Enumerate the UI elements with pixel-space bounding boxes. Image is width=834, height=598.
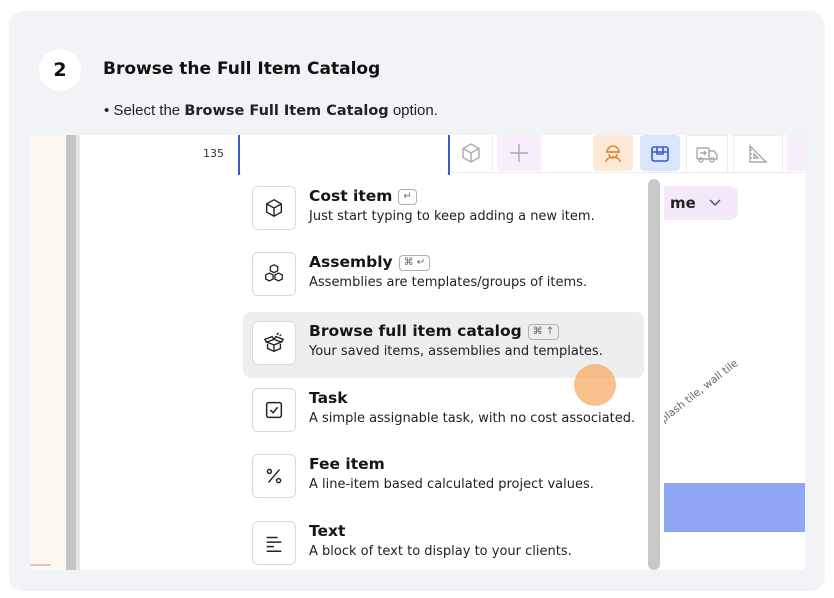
app-screenshot: 135 me ksplash tile, wall tile Cost item…: [31, 135, 805, 570]
instruction-prefix: Select the: [113, 102, 185, 119]
measure-button[interactable]: [733, 135, 783, 173]
box-icon: [651, 146, 669, 162]
truck-icon: [696, 147, 718, 163]
menu-item-description: Assemblies are templates/groups of items…: [309, 275, 588, 290]
step-number: 2: [39, 49, 81, 91]
menu-item-description: A block of text to display to your clien…: [309, 544, 572, 559]
divider: [31, 564, 51, 566]
text-align-icon: [252, 521, 296, 565]
column-header-pill[interactable]: me: [656, 186, 738, 220]
percent-icon: [252, 454, 296, 498]
cube-icon: [462, 143, 480, 163]
menu-scrollbar[interactable]: [648, 179, 660, 570]
chevron-down-icon: [708, 194, 722, 212]
toolbar-overflow: [787, 135, 805, 171]
cubes-icon: [252, 252, 296, 296]
cube-icon: [252, 186, 296, 230]
plus-icon: [510, 144, 528, 162]
add-cost-item-button[interactable]: [450, 135, 493, 171]
click-indicator: [574, 364, 616, 406]
item-name-input[interactable]: [238, 135, 450, 177]
column-header-label: me: [670, 194, 696, 212]
panel-divider[interactable]: [66, 135, 76, 570]
panel-divider-edge: [76, 135, 80, 570]
labor-button[interactable]: [593, 135, 633, 171]
open-box-icon: [252, 321, 296, 365]
instruction: • Select the Browse Full Item Catalog op…: [104, 102, 438, 119]
menu-item-title: Assembly: [309, 253, 393, 271]
menu-item-text[interactable]: Text A block of text to display to your …: [243, 512, 644, 570]
menu-item-description: A line-item based calculated project val…: [309, 477, 594, 492]
menu-item-description: A simple assignable task, with no cost a…: [309, 411, 636, 426]
left-panel: [31, 135, 66, 570]
menu-item-assembly[interactable]: Assembly ⌘ ↵ Assemblies are templates/gro…: [243, 243, 644, 309]
instruction-suffix: option.: [388, 102, 438, 119]
shortcut-badge: ↵: [398, 189, 417, 205]
menu-item-title: Browse full item catalog: [309, 322, 522, 340]
instruction-highlight: Browse Full Item Catalog: [184, 103, 389, 119]
shortcut-badge: ⌘ ↵: [398, 255, 431, 271]
menu-item-title: Fee item: [309, 455, 385, 473]
checkbox-icon: [252, 388, 296, 432]
menu-item-description: Just start typing to keep adding a new i…: [309, 209, 595, 224]
menu-item-cost-item[interactable]: Cost item ↵ Just start typing to keep add…: [243, 177, 644, 243]
add-item-menu: Cost item ↵ Just start typing to keep add…: [238, 175, 664, 570]
delivery-button[interactable]: [686, 135, 728, 173]
menu-item-description: Your saved items, assemblies and templat…: [309, 344, 603, 359]
toolbar-divider: [451, 172, 805, 173]
menu-item-title: Task: [309, 389, 348, 407]
row-number: 135: [203, 147, 224, 160]
instruction-bullet: •: [104, 102, 110, 119]
menu-item-title: Cost item: [309, 187, 393, 205]
menu-item-fee-item[interactable]: Fee item A line-item based calculated pr…: [243, 445, 644, 511]
menu-item-title: Text: [309, 522, 346, 540]
shortcut-badge: ⌘ ↑: [527, 324, 560, 340]
ruler-icon: [749, 144, 768, 163]
worker-icon: [605, 145, 621, 163]
materials-button[interactable]: [640, 135, 680, 171]
selected-row-bar: [663, 483, 805, 532]
step-title: Browse the Full Item Catalog: [103, 59, 381, 79]
add-button[interactable]: [497, 135, 541, 171]
